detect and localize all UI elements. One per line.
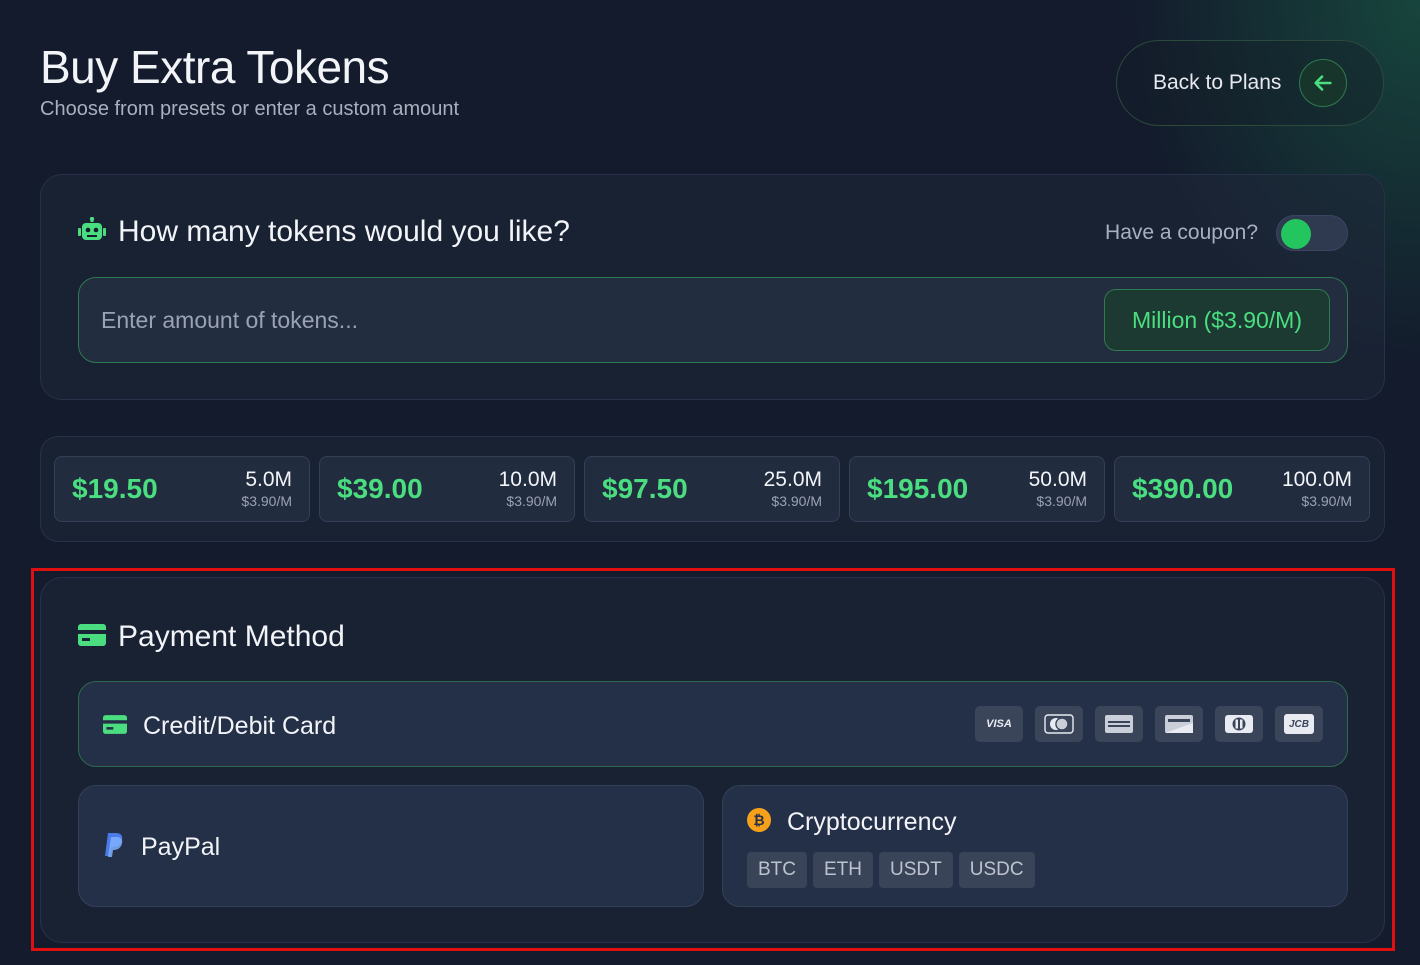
token-amount-input[interactable] xyxy=(101,298,1001,342)
jcb-text: JCB xyxy=(1284,714,1314,734)
unit-selector-button[interactable]: Million ($3.90/M) xyxy=(1104,289,1330,351)
credit-card-icon xyxy=(78,623,106,651)
preset-price: $390.00 xyxy=(1132,473,1234,504)
bitcoin-icon: ₿ xyxy=(747,808,771,837)
mastercard-icon xyxy=(1035,706,1083,742)
card-option-label: Credit/Debit Card xyxy=(143,712,337,740)
coin-badge-usdt: USDT xyxy=(879,852,953,888)
preset-amount: 10.0M xyxy=(498,468,557,491)
coupon-toggle-knob xyxy=(1281,219,1311,249)
payment-method-section: Payment Method Credit/Debit Card VISA JC… xyxy=(40,577,1385,943)
preset-price: $19.50 xyxy=(72,473,158,504)
token-amount-title: How many tokens would you like? xyxy=(118,215,570,248)
coin-badge-btc: BTC xyxy=(747,852,807,888)
payment-option-paypal[interactable]: PayPal xyxy=(78,785,704,907)
coupon-label: Have a coupon? xyxy=(1105,221,1258,244)
preset-option[interactable]: $195.00 50.0M $3.90/M xyxy=(849,456,1105,522)
visa-text: VISA xyxy=(986,718,1012,730)
svg-text:₿: ₿ xyxy=(753,813,764,829)
payment-method-title: Payment Method xyxy=(118,620,345,653)
preset-amount: 50.0M xyxy=(1028,468,1087,491)
coin-badge-usdc: USDC xyxy=(958,852,1035,888)
preset-option[interactable]: $39.00 10.0M $3.90/M xyxy=(319,456,575,522)
preset-rate: $3.90/M xyxy=(241,493,292,509)
token-amount-field: Million ($3.90/M) xyxy=(78,277,1348,363)
preset-option[interactable]: $97.50 25.0M $3.90/M xyxy=(584,456,840,522)
preset-rate: $3.90/M xyxy=(1301,493,1352,509)
preset-rate: $3.90/M xyxy=(771,493,822,509)
jcb-icon: JCB xyxy=(1275,706,1323,742)
discover-icon xyxy=(1155,706,1203,742)
payment-option-card[interactable]: Credit/Debit Card VISA JCB xyxy=(78,681,1348,767)
paypal-label: PayPal xyxy=(141,833,221,861)
coupon-toggle-group: Have a coupon? xyxy=(1105,215,1348,251)
preset-amount: 100.0M xyxy=(1281,468,1352,491)
card-brand-list: VISA JCB xyxy=(975,706,1323,742)
preset-rate: $3.90/M xyxy=(1036,493,1087,509)
preset-section: $19.50 5.0M $3.90/M $39.00 10.0M $3.90/M… xyxy=(40,436,1385,542)
token-amount-heading: How many tokens would you like? xyxy=(78,215,570,249)
paypal-icon xyxy=(103,832,125,863)
crypto-label-group: ₿ Cryptocurrency xyxy=(747,808,957,837)
preset-amount: 25.0M xyxy=(763,468,822,491)
coupon-toggle[interactable] xyxy=(1276,215,1348,251)
paypal-label-group: PayPal xyxy=(103,832,220,863)
amex-icon xyxy=(1095,706,1143,742)
card-option-label-group: Credit/Debit Card xyxy=(103,712,336,741)
preset-option[interactable]: $390.00 100.0M $3.90/M xyxy=(1114,456,1370,522)
preset-option[interactable]: $19.50 5.0M $3.90/M xyxy=(54,456,310,522)
preset-price: $39.00 xyxy=(337,473,423,504)
payment-method-heading: Payment Method xyxy=(78,620,345,654)
credit-card-icon xyxy=(103,714,127,739)
preset-amount: 5.0M xyxy=(245,468,292,491)
page-subtitle: Choose from presets or enter a custom am… xyxy=(40,98,460,120)
preset-list: $19.50 5.0M $3.90/M $39.00 10.0M $3.90/M… xyxy=(54,456,1370,522)
token-amount-section: How many tokens would you like? Have a c… xyxy=(40,174,1385,400)
crypto-coin-list: BTC ETH USDT USDC xyxy=(747,852,1035,888)
back-to-plans-button[interactable]: Back to Plans xyxy=(1116,40,1384,126)
diners-club-icon xyxy=(1215,706,1263,742)
preset-price: $97.50 xyxy=(602,473,688,504)
payment-option-crypto[interactable]: ₿ Cryptocurrency BTC ETH USDT USDC xyxy=(722,785,1348,907)
back-to-plans-label: Back to Plans xyxy=(1153,71,1282,94)
preset-rate: $3.90/M xyxy=(506,493,557,509)
arrow-left-icon xyxy=(1299,59,1348,107)
robot-icon xyxy=(78,216,106,248)
preset-price: $195.00 xyxy=(867,473,969,504)
page-title: Buy Extra Tokens xyxy=(40,41,390,93)
crypto-label: Cryptocurrency xyxy=(787,808,957,836)
visa-icon: VISA xyxy=(975,706,1023,742)
coin-badge-eth: ETH xyxy=(813,852,873,888)
